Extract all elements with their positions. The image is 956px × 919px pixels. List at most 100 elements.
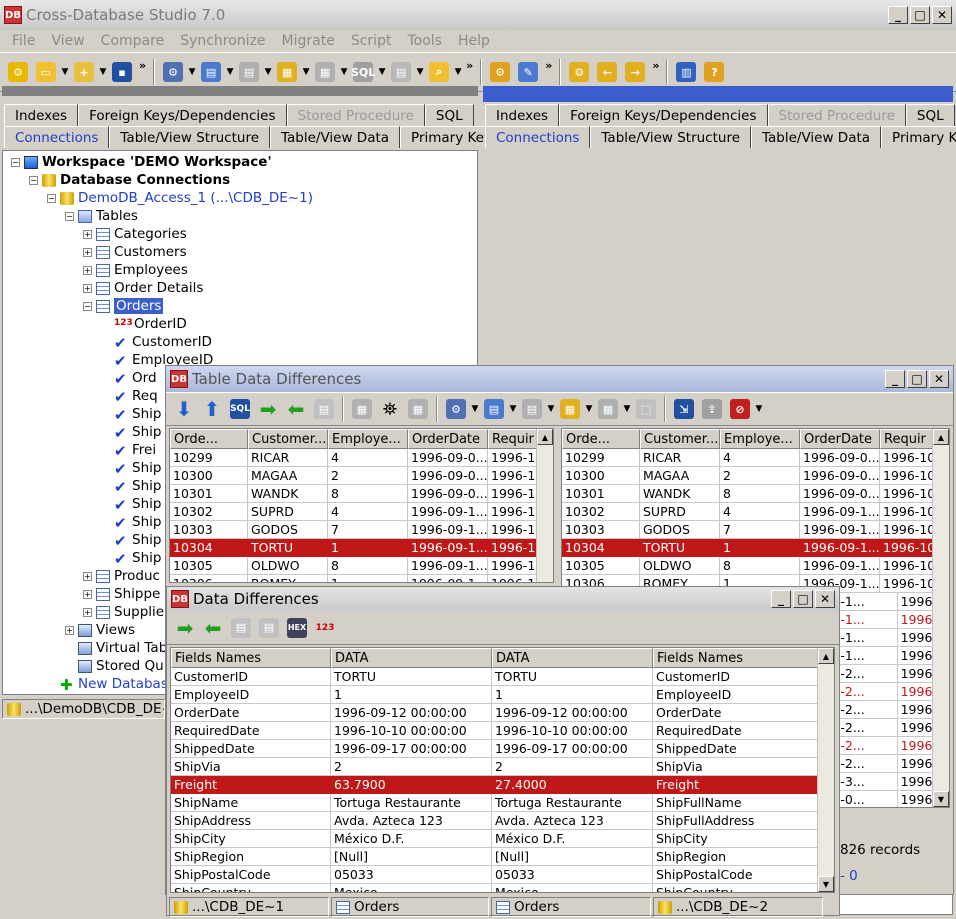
table-row[interactable]: 10303 GODOS 7 1996-09-1... 1996-10: [170, 521, 553, 539]
table-cell[interactable]: 1996-09-0...: [408, 449, 488, 467]
database-node[interactable]: − DemoDB_Access_1 (...\CDB_DE~1): [47, 189, 313, 207]
table-cell[interactable]: México D.F.: [331, 830, 492, 848]
column-header-1[interactable]: DATA: [331, 648, 492, 668]
table-cell[interactable]: ROMEY: [248, 575, 328, 582]
table-cell[interactable]: TORTU: [640, 539, 720, 557]
binary-icon[interactable]: 123: [312, 615, 338, 641]
tab-table-view-structure[interactable]: Table/View Structure: [590, 126, 752, 148]
table-cell[interactable]: WANDK: [640, 485, 720, 503]
table-employees-node[interactable]: + Employees: [83, 261, 188, 279]
table-cell[interactable]: ShipCity: [171, 830, 331, 848]
table-row[interactable]: 10304 TORTU 1 1996-09-1... 1996-10-: [562, 539, 949, 557]
table-row[interactable]: 10301 WANDK 8 1996-09-0... 1996-10: [170, 485, 553, 503]
column-header-1[interactable]: Customer...: [640, 429, 720, 449]
table-cell[interactable]: 1996-10-: [880, 503, 940, 521]
tab-foreign-keys-dependencies[interactable]: Foreign Keys/Dependencies: [559, 104, 768, 126]
table-order-details-node[interactable]: + Order Details: [83, 279, 203, 297]
table-row[interactable]: 10299 RICAR 4 1996-09-0... 1996-10: [170, 449, 553, 467]
stored-queries-node[interactable]: Stored Qu: [65, 657, 164, 675]
table-row[interactable]: EmployeeID 1 1 EmployeeID: [171, 686, 834, 704]
table-cell[interactable]: 1: [492, 686, 653, 704]
table-cell[interactable]: 10299: [562, 449, 640, 467]
db-import-icon[interactable]: ←: [594, 59, 620, 85]
table-cell[interactable]: TORTU: [492, 668, 653, 686]
tab-indexes[interactable]: Indexes: [485, 104, 560, 126]
scroll-down-button[interactable]: ▼: [818, 876, 834, 892]
field-1-node[interactable]: ✔ CustomerID: [101, 333, 212, 351]
table-cell[interactable]: 1: [328, 575, 408, 582]
table-cell[interactable]: GODOS: [248, 521, 328, 539]
field-11-node[interactable]: ✔ Ship: [101, 513, 161, 531]
vertical-scrollbar[interactable]: ▲ ▼: [932, 429, 949, 807]
compare-disabled-icon[interactable]: ▤: [519, 396, 545, 422]
table-cell[interactable]: WANDK: [248, 485, 328, 503]
tab-stored-procedure[interactable]: Stored Procedure: [286, 104, 425, 126]
table-cell[interactable]: 4: [720, 503, 800, 521]
table-cell[interactable]: 4: [720, 449, 800, 467]
options-icon[interactable]: ⚙: [443, 396, 469, 422]
table-shippe-node[interactable]: + Shippe: [83, 585, 160, 603]
table-cell[interactable]: 10299: [170, 449, 248, 467]
export-icon[interactable]: ⇲: [671, 396, 697, 422]
table-cell[interactable]: 1996-09-1...: [800, 539, 880, 557]
tab-primary-keys[interactable]: Primary Keys: [881, 126, 956, 148]
menu-script[interactable]: Script: [343, 33, 400, 49]
table-cell[interactable]: 1996-09-1...: [408, 503, 488, 521]
table-categories-node-expander[interactable]: +: [83, 229, 92, 239]
table-cell[interactable]: 2: [328, 467, 408, 485]
field-5-node[interactable]: ✔ Ship: [101, 405, 161, 423]
table-cell[interactable]: RICAR: [248, 449, 328, 467]
left-data-grid[interactable]: Orde... Customer... Employe... OrderDate Req…: [169, 428, 554, 583]
menu-synchronize[interactable]: Synchronize: [172, 33, 273, 49]
table-cell[interactable]: ShipRegion: [171, 848, 331, 866]
table-produc-node[interactable]: + Produc: [83, 567, 160, 585]
table-cell[interactable]: 1996-10-: [880, 521, 940, 539]
table-cell[interactable]: TORTU: [248, 539, 328, 557]
table-cell[interactable]: 1996-09-1...: [408, 575, 488, 582]
table-cell[interactable]: 1: [720, 539, 800, 557]
tables-node[interactable]: − Tables: [65, 207, 138, 225]
menu-help[interactable]: Help: [450, 33, 498, 49]
table-cell[interactable]: 1: [328, 539, 408, 557]
table-diff-titlebar[interactable]: DB Table Data Differences _ □ ✕: [166, 366, 953, 392]
binoculars-icon[interactable]: ⛯: [377, 396, 403, 422]
scroll-up-button[interactable]: ▲: [818, 648, 834, 664]
views-node-expander[interactable]: +: [65, 625, 74, 635]
menu-tools[interactable]: Tools: [399, 33, 450, 49]
table-orders-node[interactable]: − Orders: [83, 297, 164, 315]
tab-table-view-structure[interactable]: Table/View Structure: [109, 126, 271, 148]
table-cell[interactable]: México D.F.: [492, 830, 653, 848]
table-cell[interactable]: 1996-09-12 00:00:00: [331, 704, 492, 722]
table-produc-node-expander[interactable]: +: [83, 571, 92, 581]
column-header-0[interactable]: Orde...: [170, 429, 248, 449]
compare-data-icon[interactable]: ▦: [274, 59, 300, 85]
compare-icon[interactable]: ▤: [481, 396, 507, 422]
tab-connections[interactable]: Connections: [485, 126, 591, 148]
copy-right-icon[interactable]: ➡: [172, 615, 198, 641]
tab-indexes[interactable]: Indexes: [4, 104, 79, 126]
sync-disabled-icon[interactable]: ▦: [595, 396, 621, 422]
table-cell[interactable]: Avda. Azteca 123: [492, 812, 653, 830]
menu-compare[interactable]: Compare: [93, 33, 173, 49]
table-row[interactable]: OrderDate 1996-09-12 00:00:00 1996-09-12 0…: [171, 704, 834, 722]
table-cell[interactable]: 1996-10-10 00:00:00: [331, 722, 492, 740]
table-cell[interactable]: 1996-09-0...: [408, 485, 488, 503]
table-supplie-node[interactable]: + Supplie: [83, 603, 164, 621]
table-cell[interactable]: 10300: [562, 467, 640, 485]
table-row[interactable]: RequiredDate 1996-10-10 00:00:00 1996-10-1…: [171, 722, 834, 740]
table-cell[interactable]: ShipVia: [653, 758, 818, 776]
table-cell[interactable]: [Null]: [331, 848, 492, 866]
table-cell[interactable]: ShipFullName: [653, 794, 818, 812]
table-cell[interactable]: 10305: [170, 557, 248, 575]
table-cell[interactable]: 10302: [562, 503, 640, 521]
table-cell[interactable]: 10303: [170, 521, 248, 539]
main-titlebar[interactable]: DB Cross-Database Studio 7.0 _ □ ✕: [0, 0, 956, 30]
table-row[interactable]: 10302 SUPRD 4 1996-09-1... 1996-10-: [562, 503, 949, 521]
table-cell[interactable]: 1996-09-1...: [800, 503, 880, 521]
table-cell[interactable]: 4: [328, 449, 408, 467]
column-header-3[interactable]: Fields Names: [653, 648, 818, 668]
table-cell[interactable]: 10306: [170, 575, 248, 582]
workspace-node[interactable]: − Workspace 'DEMO Workspace': [11, 153, 272, 171]
table-cell[interactable]: ShipCity: [653, 830, 818, 848]
workspace-node-expander[interactable]: −: [11, 157, 20, 167]
